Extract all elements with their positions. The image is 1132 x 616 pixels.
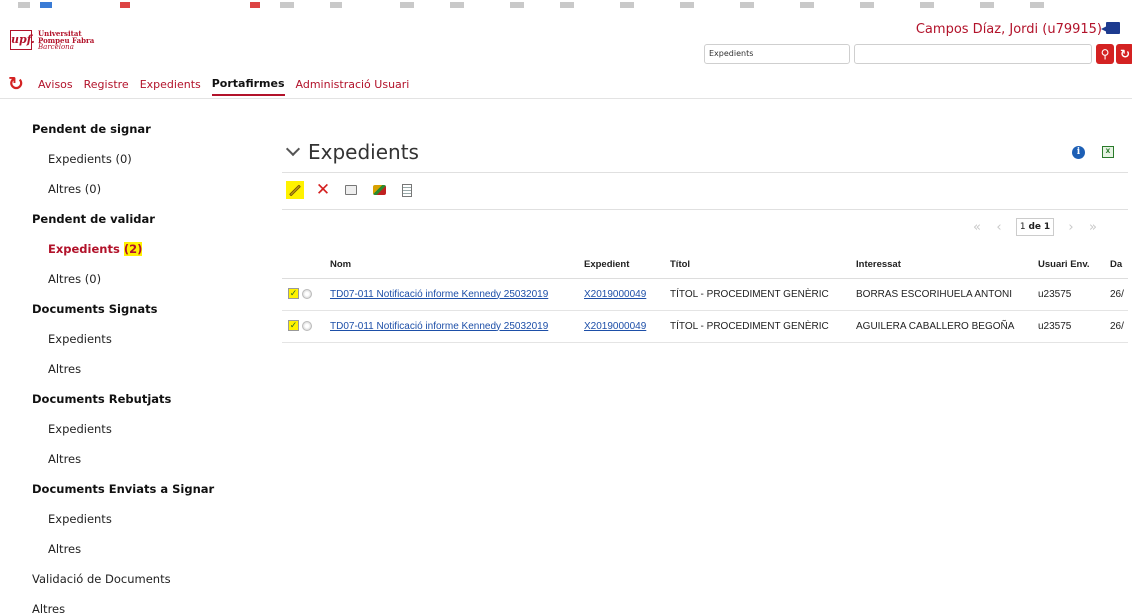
info-icon[interactable]: i xyxy=(1072,146,1085,159)
sidebar-item-rejected-expedients[interactable]: Expedients xyxy=(32,420,232,450)
toolbar-divider xyxy=(282,209,1128,210)
cell-titol: TÍTOL - PROCEDIMENT GENÈRIC xyxy=(670,278,856,311)
user-name[interactable]: Campos Díaz, Jordi (u79915) xyxy=(916,22,1102,37)
row-checkbox[interactable]: ✓ xyxy=(288,288,299,300)
title-divider xyxy=(282,172,1128,173)
browser-top-strip xyxy=(0,0,1132,10)
search-icon[interactable]: ⚲ xyxy=(1096,44,1114,64)
nav-item-expedients[interactable]: Expedients xyxy=(140,74,201,95)
main-nav: ↻ Avisos Registre Expedients Portafirmes… xyxy=(8,72,420,96)
sidebar-heading-signed: Documents Signats xyxy=(32,302,158,316)
cell-interessat: BORRAS ESCORIHUELA ANTONI xyxy=(856,278,1038,311)
sidebar-heading-pending-validate: Pendent de validar xyxy=(32,212,155,226)
row-name-link[interactable]: TD07-011 Notificació informe Kennedy 250… xyxy=(330,321,548,332)
print-icon[interactable] xyxy=(342,181,360,199)
page-of-label: de xyxy=(1028,222,1041,232)
cell-titol: TÍTOL - PROCEDIMENT GENÈRIC xyxy=(670,310,856,343)
sidebar-item-sent-expedients[interactable]: Expedients xyxy=(32,510,232,540)
cell-expedient: X2019000049 xyxy=(584,278,670,311)
row-name-link[interactable]: TD07-011 Notificació informe Kennedy 250… xyxy=(330,289,548,300)
table-row[interactable]: ✓ TD07-011 Notificació informe Kennedy 2… xyxy=(282,310,1128,343)
table-header-row: Nom Expedient Títol Interessat Usuari En… xyxy=(282,252,1128,279)
cell-expedient: X2019000049 xyxy=(584,310,670,343)
header-interessat[interactable]: Interessat xyxy=(856,252,1038,279)
sidebar-item-pending-validate-expedients[interactable]: Expedients (2) xyxy=(32,240,232,270)
sidebar-item-label: Expedients xyxy=(48,242,120,256)
nav-item-avisos[interactable]: Avisos xyxy=(38,74,73,95)
page-current: 1 xyxy=(1019,222,1026,232)
cell-date: 26/ xyxy=(1110,310,1128,343)
first-page-icon[interactable]: « xyxy=(966,220,988,235)
logout-icon[interactable] xyxy=(1101,22,1120,34)
cell-usuari: u23575 xyxy=(1038,278,1110,311)
header-titol[interactable]: Títol xyxy=(670,252,856,279)
page-total: 1 xyxy=(1043,222,1051,232)
upf-logo-mark[interactable]: upf. xyxy=(10,30,35,50)
row-expedient-link[interactable]: X2019000049 xyxy=(584,321,646,332)
sidebar-heading-pending-sign: Pendent de signar xyxy=(32,122,151,136)
sidebar-item-signed-expedients[interactable]: Expedients xyxy=(32,330,232,360)
pagination: « ‹ 1 de 1 › » xyxy=(966,216,1104,238)
excel-export-icon[interactable]: X xyxy=(1102,146,1114,158)
document-list-icon[interactable] xyxy=(398,181,416,199)
sidebar-item-rejected-altres[interactable]: Altres xyxy=(32,450,232,480)
chevron-down-icon[interactable] xyxy=(285,141,301,157)
header-select xyxy=(282,252,330,279)
nav-item-administracio-usuari[interactable]: Administració Usuari xyxy=(296,74,410,95)
sidebar-item-validation[interactable]: Validació de Documents xyxy=(32,570,232,600)
sidebar-item-pending-sign-altres[interactable]: Altres (0) xyxy=(32,180,232,210)
sidebar: Pendent de signar Expedients (0) Altres … xyxy=(32,120,232,616)
nav-divider xyxy=(0,98,1132,99)
sidebar-item-pending-validate-altres[interactable]: Altres (0) xyxy=(32,270,232,300)
cell-usuari: u23575 xyxy=(1038,310,1110,343)
nav-item-portafirmes[interactable]: Portafirmes xyxy=(211,73,285,96)
pencil-icon[interactable] xyxy=(286,181,304,199)
search-input[interactable] xyxy=(854,44,1092,64)
page-title[interactable]: Expedients xyxy=(285,140,419,164)
logo-line-3: Barcelona xyxy=(38,43,74,51)
toolbar: ✕ xyxy=(286,180,426,200)
clear-search-icon[interactable]: ↻ xyxy=(1116,44,1132,64)
page-indicator[interactable]: 1 de 1 xyxy=(1016,218,1054,236)
table-row[interactable]: ✓ TD07-011 Notificació informe Kennedy 2… xyxy=(282,278,1128,311)
user-menu[interactable]: Campos Díaz, Jordi (u79915) xyxy=(916,22,1120,37)
reject-icon[interactable]: ✕ xyxy=(314,181,332,199)
page-title-text: Expedients xyxy=(308,140,419,164)
cell-interessat: AGUILERA CABALLERO BEGOÑA xyxy=(856,310,1038,343)
row-select-cell: ✓ xyxy=(282,310,330,343)
status-dot-icon xyxy=(302,288,312,299)
row-checkbox[interactable]: ✓ xyxy=(288,320,299,332)
status-dot-icon xyxy=(302,320,312,331)
prev-page-icon[interactable]: ‹ xyxy=(988,220,1010,235)
upf-logo-text: Universitat Pompeu Fabra Barcelona xyxy=(38,30,94,51)
sidebar-heading-sent: Documents Enviats a Signar xyxy=(32,482,215,496)
sidebar-item-pending-sign-expedients[interactable]: Expedients (0) xyxy=(32,150,232,180)
row-select-cell: ✓ xyxy=(282,278,330,311)
expedients-table: Nom Expedient Títol Interessat Usuari En… xyxy=(282,252,1128,343)
sidebar-item-signed-altres[interactable]: Altres xyxy=(32,360,232,390)
row-expedient-link[interactable]: X2019000049 xyxy=(584,289,646,300)
header-usuari-env[interactable]: Usuari Env. xyxy=(1038,252,1110,279)
cell-date: 26/ xyxy=(1110,278,1128,311)
search-scope-select[interactable]: Expedients xyxy=(704,44,850,64)
send-to-sign-icon[interactable] xyxy=(370,181,388,199)
next-page-icon[interactable]: › xyxy=(1060,220,1082,235)
sidebar-heading-rejected: Documents Rebutjats xyxy=(32,392,172,406)
sidebar-item-sent-altres[interactable]: Altres xyxy=(32,540,232,570)
count-badge: (2) xyxy=(123,242,143,256)
reload-icon[interactable]: ↻ xyxy=(8,74,28,94)
nav-item-registre[interactable]: Registre xyxy=(84,74,129,95)
header-date[interactable]: Da xyxy=(1110,252,1128,279)
header-expedient[interactable]: Expedient xyxy=(584,252,670,279)
header-nom[interactable]: Nom xyxy=(330,252,584,279)
sidebar-item-others[interactable]: Altres xyxy=(32,600,232,616)
cell-nom: TD07-011 Notificació informe Kennedy 250… xyxy=(330,310,584,343)
cell-nom: TD07-011 Notificació informe Kennedy 250… xyxy=(330,278,584,311)
last-page-icon[interactable]: » xyxy=(1082,220,1104,235)
